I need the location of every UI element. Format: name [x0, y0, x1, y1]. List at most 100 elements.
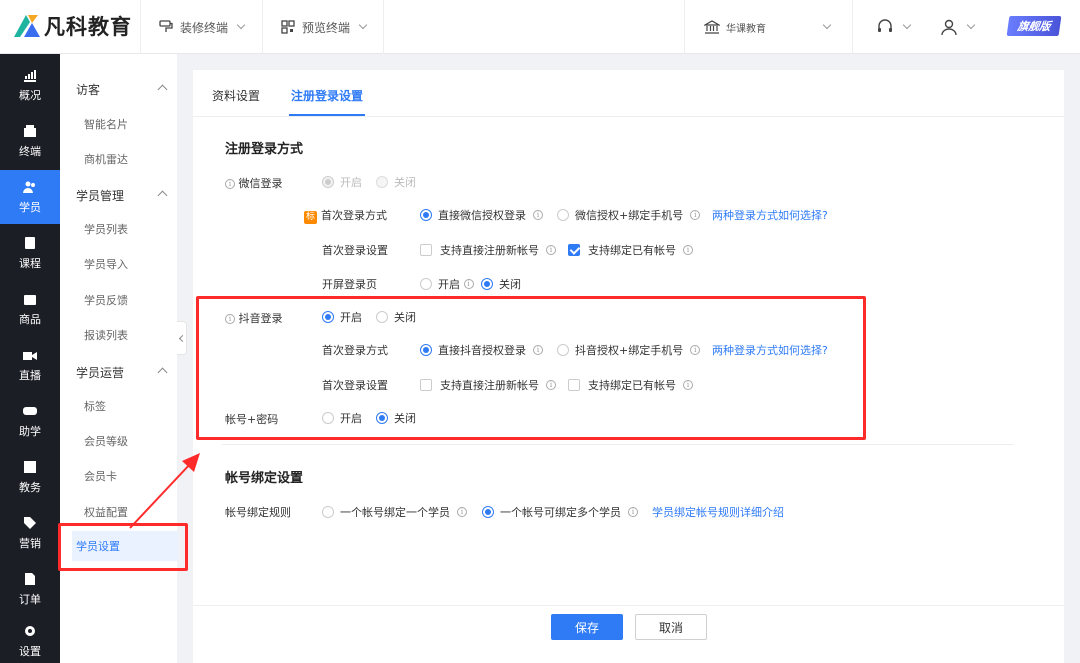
radio-label: 一个帐号绑定一个学员 [340, 506, 450, 519]
bag-icon [22, 291, 38, 307]
subnav-item-smart-card[interactable]: 智能名片 [84, 116, 128, 132]
nav-item-courses[interactable]: 课程 [0, 226, 60, 280]
account-menu[interactable] [940, 0, 976, 54]
brand-logo[interactable]: 凡科教育 [10, 10, 132, 42]
info-icon: i [463, 279, 474, 289]
label-text: 微信登录 [238, 177, 283, 190]
chevron-down-icon [822, 20, 832, 30]
nav-item-orders[interactable]: 订单 [0, 562, 60, 616]
chevron-down-icon [966, 20, 976, 30]
splash-login-off-radio[interactable]: 关闭 [481, 276, 521, 292]
nav-label: 概况 [19, 89, 41, 102]
nav-item-students[interactable]: 学员 [0, 170, 60, 224]
subnav-item-tags[interactable]: 标签 [84, 398, 106, 414]
org-name: 华课教育 [726, 23, 766, 35]
douyin-highlight-box [196, 296, 866, 440]
nav-label: 商品 [19, 313, 41, 326]
chevron-up-icon [157, 84, 168, 95]
active-tab-indicator [289, 114, 365, 116]
info-icon: i [628, 507, 638, 517]
subnav-item-lead-radar[interactable]: 商机雷达 [84, 151, 128, 167]
gear-icon [22, 623, 38, 639]
info-icon: i [683, 245, 693, 255]
group-title: 学员运营 [76, 366, 125, 380]
brand-name: 凡科教育 [44, 15, 132, 39]
standard-tag-icon: 标 [304, 211, 317, 224]
subnav-item-enrollment-list[interactable]: 报读列表 [84, 327, 128, 343]
nav-item-products[interactable]: 商品 [0, 282, 60, 336]
wechat-first-setting-label: 首次登录设置 [322, 244, 388, 257]
decorate-terminal-menu[interactable]: 装修终端 [158, 0, 246, 54]
info-icon: i [533, 210, 543, 220]
binding-rule-help-link[interactable]: 学员绑定帐号规则详细介绍 [652, 504, 784, 520]
tab-bar: 资料设置 注册登录设置 [193, 70, 1064, 117]
nav-item-marketing[interactable]: 营销 [0, 506, 60, 560]
action-footer: 保存 取消 [193, 605, 1064, 663]
wechat-bind-existing-checkbox[interactable]: 支持绑定已有帐号 i [568, 242, 693, 258]
tab-register-login-settings[interactable]: 注册登录设置 [291, 87, 363, 104]
subnav-group-visitors[interactable]: 访客 [76, 81, 168, 98]
wechat-login-on-radio[interactable]: 开启 [322, 174, 362, 190]
section-divider [222, 444, 1014, 445]
edition-badge[interactable]: 旗舰版 [1006, 16, 1062, 36]
radio-label: 开启 [438, 278, 460, 291]
nav-label: 助学 [19, 425, 41, 438]
radio-label: 微信授权+绑定手机号 [575, 209, 684, 222]
subnav-item-student-list[interactable]: 学员列表 [84, 221, 128, 237]
wechat-register-new-checkbox[interactable]: 支持直接注册新帐号 i [420, 242, 556, 258]
wechat-login-label: i 微信登录 [225, 175, 283, 191]
wechat-auth-bind-phone-radio[interactable]: 微信授权+绑定手机号 i [557, 207, 701, 223]
wechat-login-off-radio[interactable]: 关闭 [376, 174, 416, 190]
subnav-group-student-mgmt[interactable]: 学员管理 [76, 187, 168, 204]
gamepad-icon [22, 403, 38, 419]
subnav-group-student-ops[interactable]: 学员运营 [76, 364, 168, 381]
info-icon: i [546, 245, 556, 255]
chevron-down-icon [236, 20, 246, 30]
book-icon [22, 235, 38, 251]
institution-icon [704, 20, 720, 34]
radio-label: 直接微信授权登录 [438, 209, 526, 222]
document-icon [22, 571, 38, 587]
store-icon [22, 123, 38, 139]
wechat-direct-auth-radio[interactable]: 直接微信授权登录 i [420, 207, 543, 223]
nav-item-settings[interactable]: 设置 [0, 614, 60, 663]
support-menu[interactable] [876, 0, 912, 54]
checkbox-label: 支持直接注册新帐号 [440, 244, 539, 257]
register-login-section-title: 注册登录方式 [225, 142, 304, 157]
tab-profile-settings[interactable]: 资料设置 [212, 87, 260, 104]
chevron-up-icon [157, 367, 168, 378]
primary-sidebar: 概况 终端 学员 课程 商品 直播 助学 教务 营销 订单 设置 [0, 54, 60, 663]
nav-label: 终端 [19, 145, 41, 158]
one-account-multi-student-radio[interactable]: 一个帐号可绑定多个学员 i [482, 504, 638, 520]
nav-item-overview[interactable]: 概况 [0, 58, 60, 112]
preview-terminal-menu[interactable]: 预览终端 [280, 0, 368, 54]
subnav-item-student-import[interactable]: 学员导入 [84, 256, 128, 272]
org-switcher[interactable]: 华课教育 [704, 0, 832, 54]
logo-icon [10, 11, 42, 41]
sidebar-collapse-toggle[interactable] [177, 321, 187, 355]
chevron-down-icon [902, 20, 912, 30]
group-title: 访客 [76, 83, 101, 97]
nav-item-study-aid[interactable]: 助学 [0, 394, 60, 448]
binding-rule-label: 帐号绑定规则 [225, 506, 291, 519]
cancel-button[interactable]: 取消 [635, 614, 707, 640]
save-button[interactable]: 保存 [551, 614, 623, 640]
subnav-item-member-card[interactable]: 会员卡 [84, 468, 117, 484]
nav-item-live[interactable]: 直播 [0, 338, 60, 392]
wechat-first-mode-label: 标首次登录方式 [304, 207, 387, 224]
wechat-login-help-link[interactable]: 两种登录方式如何选择? [712, 207, 828, 223]
subnav-item-member-level[interactable]: 会员等级 [84, 433, 128, 449]
subnav-item-student-feedback[interactable]: 学员反馈 [84, 292, 128, 308]
chevron-down-icon [358, 20, 368, 30]
radio-label: 关闭 [394, 176, 416, 189]
decorate-terminal-label: 装修终端 [180, 20, 229, 35]
info-icon: i [457, 507, 467, 517]
headset-icon [878, 19, 892, 32]
nav-item-terminal[interactable]: 终端 [0, 114, 60, 168]
top-bar: 凡科教育 装修终端 预览终端 华课教育 旗舰版 [0, 0, 1080, 54]
nav-item-academic[interactable]: 教务 [0, 450, 60, 504]
group-title: 学员管理 [76, 189, 125, 203]
splash-login-on-radio[interactable]: 开启 i [420, 276, 474, 292]
video-icon [22, 347, 38, 363]
one-account-one-student-radio[interactable]: 一个帐号绑定一个学员 i [322, 504, 467, 520]
